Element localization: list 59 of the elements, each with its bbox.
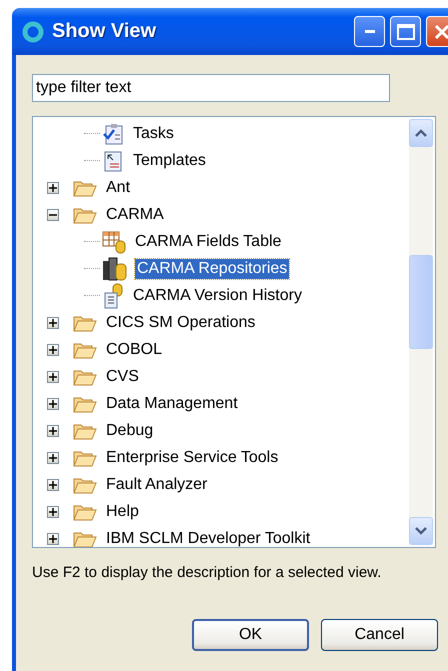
dialog-button[interactable]: Cancel xyxy=(321,619,438,651)
tree-item[interactable]: CVS xyxy=(104,366,141,386)
plus-icon xyxy=(49,318,57,326)
expand-toggle[interactable] xyxy=(47,452,59,464)
scroll-up-button[interactable] xyxy=(409,119,433,147)
expand-toggle[interactable] xyxy=(47,344,59,356)
plus-icon xyxy=(49,400,57,408)
server-cylinder-icon xyxy=(102,256,128,280)
expand-toggle[interactable] xyxy=(47,182,59,194)
clipboard-check-icon xyxy=(102,122,124,144)
collapse-toggle[interactable] xyxy=(47,208,59,220)
dialog-button[interactable]: OK xyxy=(192,619,309,651)
tree-item[interactable]: Tasks xyxy=(131,124,176,144)
tree-item[interactable]: IBM SCLM Developer Toolkit xyxy=(104,528,312,547)
tree-item[interactable]: Fault Analyzer xyxy=(104,474,210,494)
app-icon xyxy=(22,20,44,42)
tree-item[interactable]: Templates xyxy=(131,150,208,170)
tree-item[interactable]: Debug xyxy=(104,420,156,440)
tree-item[interactable]: CARMA xyxy=(104,204,166,224)
plus-icon xyxy=(49,346,57,354)
plus-icon xyxy=(49,426,57,434)
expand-toggle[interactable] xyxy=(47,506,59,518)
expand-toggle[interactable] xyxy=(47,532,59,544)
table-cylinder-icon xyxy=(102,230,126,254)
tree-item[interactable]: Data Management xyxy=(104,394,240,414)
scrollbar[interactable] xyxy=(409,119,433,545)
maximize-icon xyxy=(396,24,414,40)
tree-item[interactable]: Ant xyxy=(104,178,132,198)
expand-toggle[interactable] xyxy=(47,370,59,382)
close-icon xyxy=(434,24,448,40)
up-chevron-icon xyxy=(415,129,427,137)
expand-toggle[interactable] xyxy=(47,398,59,410)
tree-item[interactable]: COBOL xyxy=(104,340,164,360)
tree-item[interactable]: CICS SM Operations xyxy=(104,312,258,332)
minimize-button[interactable] xyxy=(354,16,385,47)
plus-icon xyxy=(49,480,57,488)
tree-item[interactable]: CARMA Repositories xyxy=(135,258,290,278)
expand-toggle[interactable] xyxy=(47,424,59,436)
filter-field[interactable]: type filter text xyxy=(32,74,390,102)
maximize-button[interactable] xyxy=(390,16,421,47)
tree-item[interactable]: CARMA Version History xyxy=(131,286,304,306)
tree-item[interactable]: CARMA Fields Table xyxy=(133,232,284,252)
expand-toggle[interactable] xyxy=(47,478,59,490)
plus-icon xyxy=(49,454,57,462)
window-title: Show View xyxy=(52,20,158,43)
hint-text: Use F2 to display the description for a selected view. xyxy=(32,564,382,581)
plus-icon xyxy=(49,534,57,542)
minimize-icon xyxy=(364,30,374,34)
plus-icon xyxy=(49,508,57,516)
document-cylinder-icon xyxy=(102,282,124,308)
plus-icon xyxy=(49,372,57,380)
close-button[interactable] xyxy=(426,16,448,47)
scroll-thumb[interactable] xyxy=(409,255,433,349)
tree-item[interactable]: Enterprise Service Tools xyxy=(104,448,280,468)
scroll-down-button[interactable] xyxy=(409,517,433,545)
plus-icon xyxy=(49,184,57,192)
down-chevron-icon xyxy=(415,527,427,535)
expand-toggle[interactable] xyxy=(47,316,59,328)
tree-item[interactable]: Help xyxy=(104,502,141,522)
